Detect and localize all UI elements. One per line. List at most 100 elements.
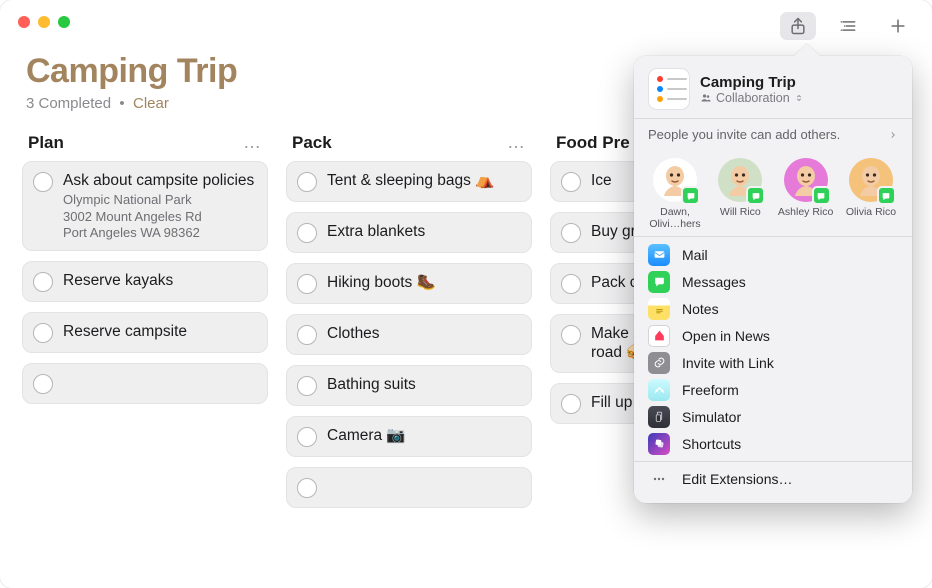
reminder-item[interactable]: Extra blankets xyxy=(286,212,532,253)
reminder-item[interactable]: Bathing suits xyxy=(286,365,532,406)
complete-toggle[interactable] xyxy=(297,274,317,294)
link-app-icon xyxy=(648,352,670,374)
share-app-item[interactable]: Notes xyxy=(634,295,912,322)
notes-app-icon xyxy=(648,298,670,320)
reminder-text: Hiking boots 🥾 xyxy=(327,273,519,292)
column-name: Plan xyxy=(28,133,64,153)
messages-badge-icon xyxy=(877,186,896,205)
chevron-updown-icon xyxy=(794,93,804,103)
reminder-text xyxy=(327,477,519,495)
share-contact[interactable]: Olivia Rico xyxy=(842,158,900,230)
reminder-text xyxy=(63,373,255,391)
reminder-item[interactable]: Tent & sleeping bags ⛺️ xyxy=(286,161,532,202)
share-contact[interactable]: Will Rico xyxy=(711,158,769,230)
share-app-label: Freeform xyxy=(682,382,739,398)
sim-app-icon xyxy=(648,406,670,428)
reminder-text: Ask about campsite policies xyxy=(63,171,255,190)
close-window-button[interactable] xyxy=(18,16,30,28)
completed-count: 3 Completed xyxy=(26,95,111,112)
plus-icon xyxy=(888,16,908,36)
share-button[interactable] xyxy=(780,12,816,40)
complete-toggle[interactable] xyxy=(561,394,581,414)
share-app-label: Open in News xyxy=(682,328,770,344)
invite-permissions-row[interactable]: People you invite can add others. xyxy=(634,118,912,150)
reminder-item[interactable] xyxy=(22,363,268,404)
share-contact[interactable]: Ashley Rico xyxy=(777,158,835,230)
complete-toggle[interactable] xyxy=(561,274,581,294)
contact-name: Ashley Rico xyxy=(777,206,835,218)
reminder-item[interactable]: Ask about campsite policies Olympic Natio… xyxy=(22,161,268,251)
share-app-label: Simulator xyxy=(682,409,741,425)
share-app-item[interactable]: Mail xyxy=(634,241,912,268)
mail-app-icon xyxy=(648,244,670,266)
reminder-text: Bathing suits xyxy=(327,375,519,394)
toolbar xyxy=(780,12,916,40)
share-mode[interactable]: Collaboration xyxy=(700,91,804,105)
share-icon xyxy=(788,16,808,36)
msg-app-icon xyxy=(648,271,670,293)
column-menu-button[interactable]: … xyxy=(243,132,262,153)
reminder-item[interactable]: Reserve kayaks xyxy=(22,261,268,302)
complete-toggle[interactable] xyxy=(297,427,317,447)
clear-completed-button[interactable]: Clear xyxy=(133,95,169,112)
complete-toggle[interactable] xyxy=(33,172,53,192)
avatar xyxy=(784,158,828,202)
complete-toggle[interactable] xyxy=(33,272,53,292)
column-items: Ask about campsite policies Olympic Natio… xyxy=(22,161,268,404)
free-app-icon xyxy=(648,379,670,401)
share-app-item[interactable]: Freeform xyxy=(634,376,912,403)
minimize-window-button[interactable] xyxy=(38,16,50,28)
share-app-item[interactable]: Invite with Link xyxy=(634,349,912,376)
complete-toggle[interactable] xyxy=(297,223,317,243)
complete-toggle[interactable] xyxy=(297,172,317,192)
contact-name: Dawn, Olivi…hers xyxy=(646,206,704,230)
column: Plan … Ask about campsite policies Olympic … xyxy=(22,132,268,508)
complete-toggle[interactable] xyxy=(561,325,581,345)
more-icon xyxy=(648,468,670,490)
complete-toggle[interactable] xyxy=(297,376,317,396)
column-menu-button[interactable]: … xyxy=(507,132,526,153)
news-app-icon xyxy=(648,325,670,347)
reminder-text: Reserve campsite xyxy=(63,322,255,341)
reminder-item[interactable]: Clothes xyxy=(286,314,532,355)
chevron-right-icon xyxy=(888,130,898,140)
reminders-list-icon xyxy=(648,68,690,110)
share-people-row: Dawn, Olivi…hers Will Rico Ashley Rico Oliv… xyxy=(634,150,912,236)
avatar xyxy=(718,158,762,202)
share-app-item[interactable]: Shortcuts xyxy=(634,430,912,457)
messages-badge-icon xyxy=(812,186,831,205)
complete-toggle[interactable] xyxy=(33,374,53,394)
separator-dot: • xyxy=(115,95,133,112)
avatar xyxy=(849,158,893,202)
people-icon xyxy=(700,92,712,104)
reminder-item[interactable]: Reserve campsite xyxy=(22,312,268,353)
edit-extensions-button[interactable]: Edit Extensions… xyxy=(634,461,912,495)
column-items: Tent & sleeping bags ⛺️ Extra blankets Hik… xyxy=(286,161,532,508)
window-controls[interactable] xyxy=(18,16,70,28)
messages-badge-icon xyxy=(681,186,700,205)
reminder-text: Tent & sleeping bags ⛺️ xyxy=(327,171,519,190)
complete-toggle[interactable] xyxy=(297,478,317,498)
share-app-label: Notes xyxy=(682,301,719,317)
share-app-item[interactable]: Open in News xyxy=(634,322,912,349)
reminder-subtext: Olympic National Park 3002 Mount Angeles… xyxy=(63,192,255,241)
share-contact[interactable]: Dawn, Olivi…hers xyxy=(646,158,704,230)
complete-toggle[interactable] xyxy=(297,325,317,345)
short-app-icon xyxy=(648,433,670,455)
reminder-item[interactable]: Camera 📷 xyxy=(286,416,532,457)
view-toggle-button[interactable] xyxy=(830,12,866,40)
reminder-item[interactable]: Hiking boots 🥾 xyxy=(286,263,532,304)
complete-toggle[interactable] xyxy=(561,223,581,243)
add-button[interactable] xyxy=(880,12,916,40)
complete-toggle[interactable] xyxy=(561,172,581,192)
share-app-item[interactable]: Simulator xyxy=(634,403,912,430)
fullscreen-window-button[interactable] xyxy=(58,16,70,28)
contact-name: Will Rico xyxy=(711,206,769,218)
reminder-item[interactable] xyxy=(286,467,532,508)
column-name: Pack xyxy=(292,133,332,153)
share-app-item[interactable]: Messages xyxy=(634,268,912,295)
column-header: Pack … xyxy=(286,132,532,161)
reminder-text: Clothes xyxy=(327,324,519,343)
invite-note: People you invite can add others. xyxy=(648,127,840,142)
complete-toggle[interactable] xyxy=(33,323,53,343)
